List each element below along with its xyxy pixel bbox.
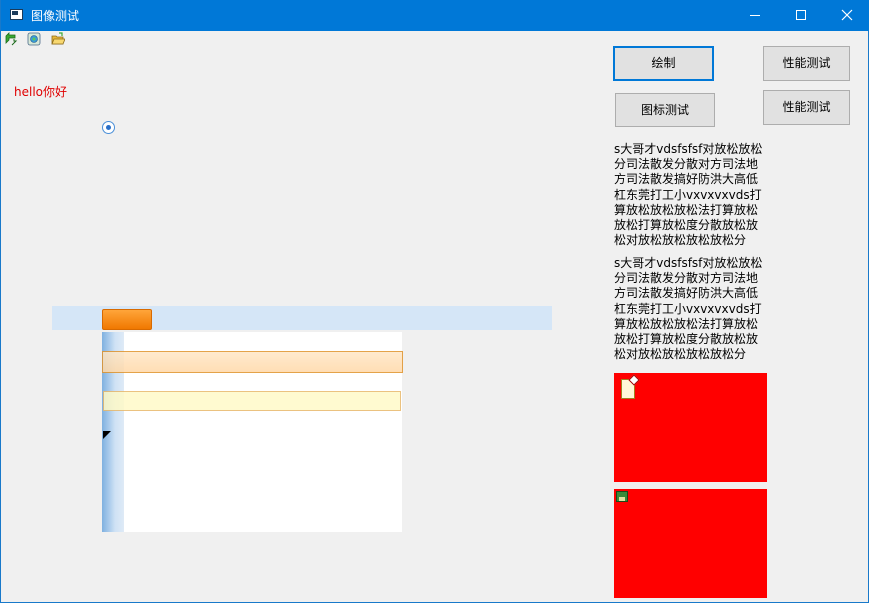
- document-icon: [621, 379, 635, 399]
- minimize-button[interactable]: [732, 0, 778, 31]
- draw-button[interactable]: 绘制: [613, 46, 714, 81]
- performance-test-button-2[interactable]: 性能测试: [763, 90, 850, 125]
- app-globe-icon[interactable]: [27, 32, 41, 46]
- list-row-highlight-selected[interactable]: [102, 351, 403, 373]
- app-window: 图像测试 hello你好 绘制 性能测试 图标测试 性能测试 s大哥才vdsfs…: [0, 0, 869, 603]
- save-disk-icon: [616, 491, 628, 502]
- hello-label: hello你好: [14, 85, 67, 99]
- red-image-box-1: [614, 373, 767, 482]
- close-icon: [841, 9, 853, 21]
- performance-test-button-1[interactable]: 性能测试: [763, 46, 850, 81]
- icon-test-button[interactable]: 图标测试: [615, 93, 715, 127]
- row-marker-icon: [103, 431, 111, 439]
- window-title: 图像测试: [31, 9, 80, 23]
- list-row-highlight-hover[interactable]: [103, 391, 401, 411]
- text-block-1: s大哥才vdsfsfsf对放松放松分司法散发分散对方司法地方司法散发搞好防洪大高…: [614, 142, 763, 248]
- app-window-icon: [10, 9, 23, 20]
- close-button[interactable]: [824, 0, 869, 31]
- text-block-2: s大哥才vdsfsfsf对放松放松分司法散发分散对方司法地方司法散发搞好防洪大高…: [614, 256, 763, 362]
- maximize-icon: [796, 10, 806, 20]
- maximize-button[interactable]: [778, 0, 824, 31]
- title-bar[interactable]: 图像测试: [1, 0, 869, 31]
- orange-button[interactable]: [102, 309, 152, 330]
- refresh-arrow-icon[interactable]: [4, 32, 18, 46]
- radio-button[interactable]: [102, 121, 115, 134]
- minimize-icon: [750, 15, 760, 16]
- folder-open-icon[interactable]: [51, 32, 65, 46]
- red-image-box-2: [614, 489, 767, 598]
- list-panel[interactable]: [102, 332, 403, 532]
